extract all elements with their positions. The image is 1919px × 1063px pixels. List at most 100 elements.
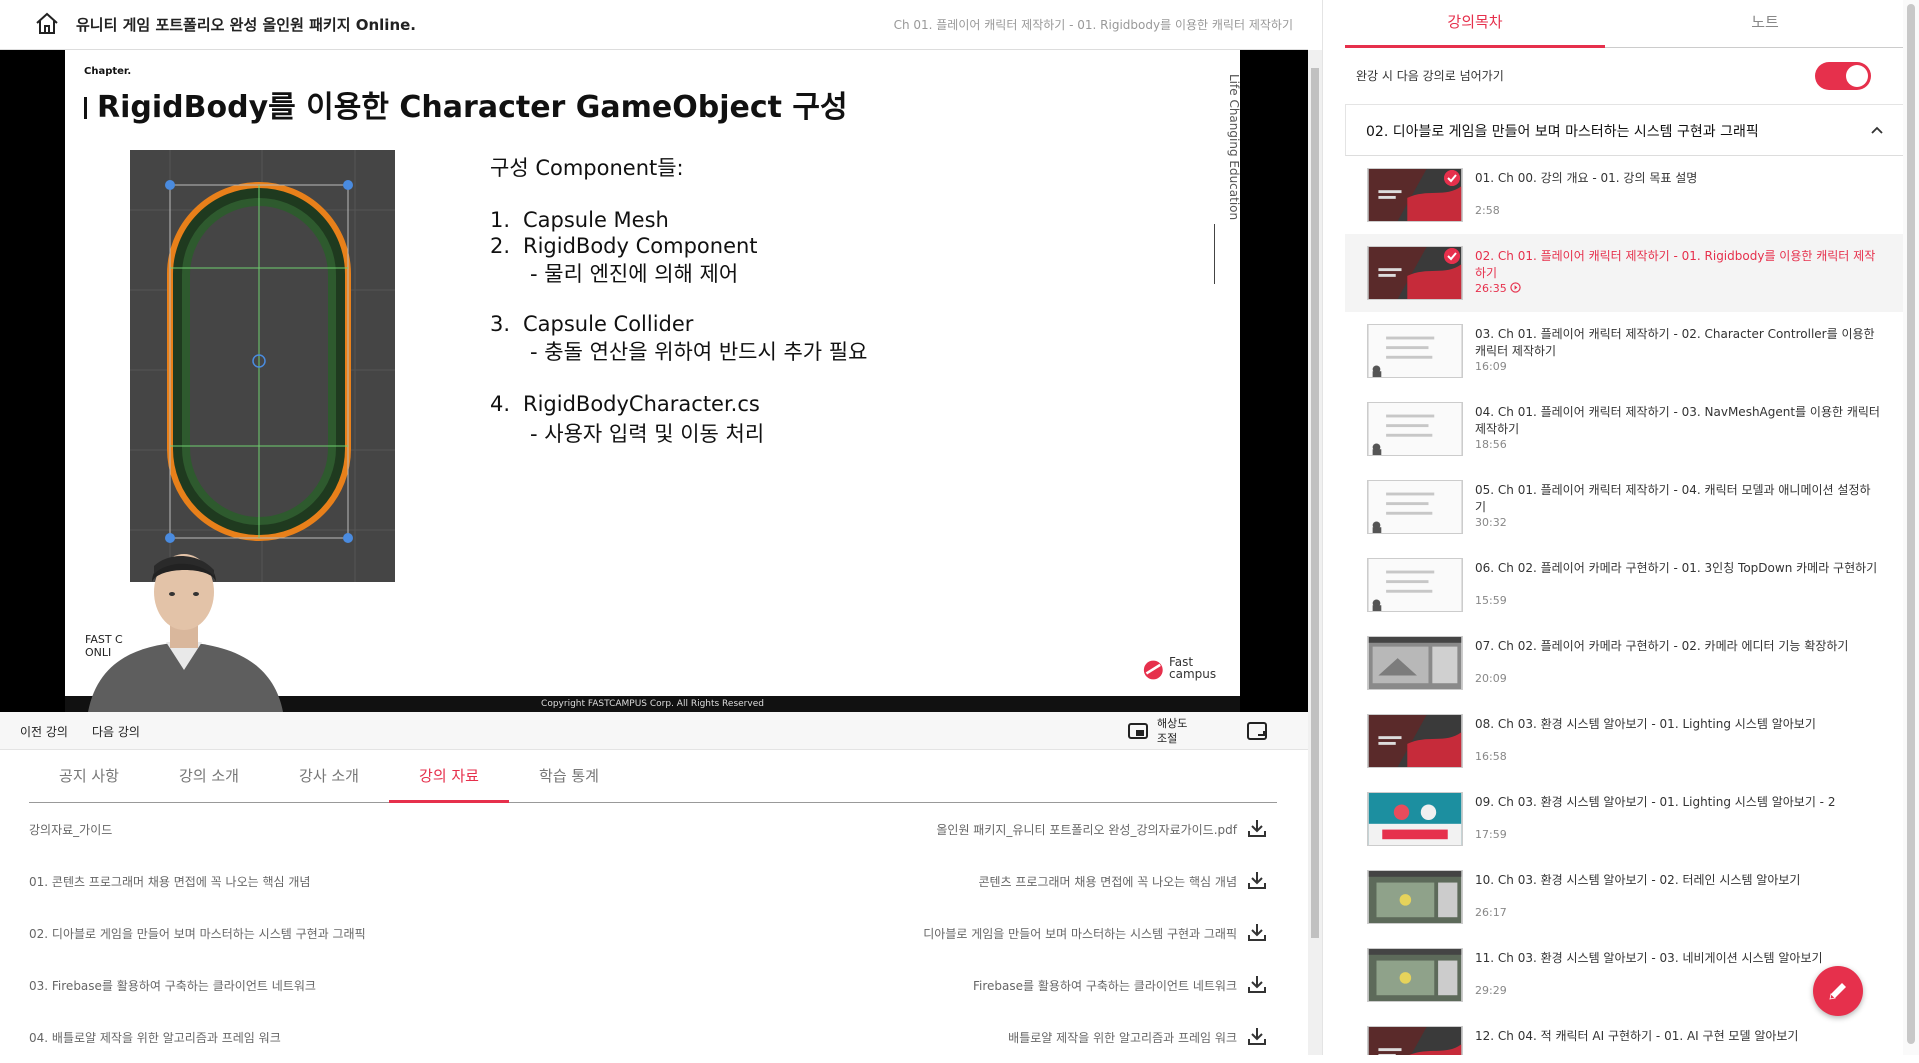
material-name: 강의자료_가이드 <box>29 823 113 837</box>
curriculum-sidebar: 강의목차 노트 완강 시 다음 강의로 넘어가기 02. 디아블로 게임을 만들… <box>1322 0 1919 1055</box>
autoplay-label: 완강 시 다음 강의로 넘어가기 <box>1356 69 1504 83</box>
lecture-thumbnail <box>1367 792 1463 846</box>
vertical-tagline: Life Changing Education <box>1227 74 1257 254</box>
lecture-duration-text: 16:58 <box>1475 750 1507 763</box>
download-icon[interactable] <box>1246 1025 1268 1047</box>
slide-heading: RigidBody를 이용한 Character GameObject 구성 <box>84 82 848 126</box>
home-icon[interactable] <box>34 11 60 37</box>
lecture-item[interactable]: 03. Ch 01. 플레이어 캐릭터 제작하기 - 02. Character… <box>1345 312 1905 390</box>
material-name: 02. 디아블로 게임을 만들어 보며 마스터하는 시스템 구현과 그래픽 <box>29 927 366 941</box>
completed-check-icon <box>1444 248 1460 264</box>
material-file-link[interactable]: 콘텐츠 프로그래머 채용 면접에 꼭 나오는 핵심 개념 <box>978 873 1237 890</box>
lecture-duration-text: 26:35 <box>1475 282 1507 295</box>
lecture-item[interactable]: 10. Ch 03. 환경 시스템 알아보기 - 02. 터레인 시스템 알아보… <box>1345 858 1905 936</box>
lecture-item[interactable]: 06. Ch 02. 플레이어 카메라 구현하기 - 01. 3인칭 TopDo… <box>1345 546 1905 624</box>
main-scrollbar[interactable] <box>1308 50 1322 1055</box>
component-text: RigidBodyCharacter.cs <box>523 392 760 416</box>
lecture-duration: 15:59 <box>1475 594 1507 607</box>
lecture-duration-text: 16:09 <box>1475 360 1507 373</box>
lecture-thumbnail <box>1367 870 1463 924</box>
lecture-duration-text: 20:09 <box>1475 672 1507 685</box>
current-lecture-title: Ch 01. 플레이어 캐릭터 제작하기 - 01. Rigidbody를 이용… <box>893 18 1293 32</box>
lecture-title: 01. Ch 00. 강의 개요 - 01. 강의 목표 설명 <box>1475 171 1698 185</box>
tab-learning-stats[interactable]: 학습 통계 <box>509 750 629 803</box>
download-icon[interactable] <box>1246 869 1268 891</box>
top-bar: 유니티 게임 포트폴리오 완성 올인원 패키지 Online. Ch 01. 플… <box>0 0 1308 50</box>
material-file-link[interactable]: 디아블로 게임을 만들어 보며 마스터하는 시스템 구현과 그래픽 <box>923 925 1237 942</box>
download-icon[interactable] <box>1246 817 1268 839</box>
component-num: 2. <box>490 234 511 258</box>
previous-lecture-button[interactable]: 이전 강의 <box>20 723 68 740</box>
write-note-button[interactable] <box>1813 966 1863 1016</box>
lecture-duration: 26:35 <box>1475 282 1521 295</box>
lecture-tabs: 공지 사항 강의 소개 강사 소개 강의 자료 학습 통계 <box>29 750 1277 803</box>
lecture-item[interactable]: 07. Ch 02. 플레이어 카메라 구현하기 - 02. 카메라 에디터 기… <box>1345 624 1905 702</box>
lecture-title: 09. Ch 03. 환경 시스템 알아보기 - 01. Lighting 시스… <box>1475 795 1836 809</box>
course-title: 유니티 게임 포트폴리오 완성 올인원 패키지 Online. <box>76 16 416 34</box>
scrollbar-thumb[interactable] <box>1311 68 1319 938</box>
lecture-duration: 17:59 <box>1475 828 1507 841</box>
vertical-divider <box>1214 224 1215 284</box>
lecture-item[interactable]: 12. Ch 04. 적 캐릭터 AI 구현하기 - 01. AI 구현 모델 … <box>1345 1014 1905 1055</box>
components-title: 구성 Component들: <box>490 156 684 180</box>
material-row: 03. Firebase를 활용하여 구축하는 클라이언트 네트워크 Fireba… <box>29 959 1277 1011</box>
lecture-item[interactable]: 01. Ch 00. 강의 개요 - 01. 강의 목표 설명 2:58 <box>1345 156 1905 234</box>
lecture-item[interactable]: 02. Ch 01. 플레이어 캐릭터 제작하기 - 01. Rigidbody… <box>1345 234 1905 312</box>
lecture-duration: 16:58 <box>1475 750 1507 763</box>
lecture-duration-text: 15:59 <box>1475 594 1507 607</box>
material-row: 02. 디아블로 게임을 만들어 보며 마스터하는 시스템 구현과 그래픽 디아블… <box>29 907 1277 959</box>
scrollbar-thumb[interactable] <box>1907 4 1915 1044</box>
tab-curriculum[interactable]: 강의목차 <box>1345 0 1605 48</box>
tab-course-intro[interactable]: 강의 소개 <box>149 750 269 803</box>
lecture-duration-text: 26:17 <box>1475 906 1507 919</box>
chevron-up-icon <box>1871 126 1883 134</box>
fastcampus-logo-text: Fast campus <box>1169 655 1217 681</box>
component-item: 1. Capsule Mesh <box>490 208 669 232</box>
lecture-duration: 30:32 <box>1475 516 1507 529</box>
picture-in-picture-icon <box>1128 723 1148 739</box>
material-file-link[interactable]: 올인원 패키지_유니티 포트폴리오 완성_강의자료가이드.pdf <box>936 821 1237 838</box>
lecture-duration-text: 2:58 <box>1475 204 1500 217</box>
lecture-title: 02. Ch 01. 플레이어 캐릭터 제작하기 - 01. Rigidbody… <box>1475 249 1876 280</box>
download-icon[interactable] <box>1246 973 1268 995</box>
next-lecture-button[interactable]: 다음 강의 <box>92 723 140 740</box>
component-num: 3. <box>490 312 511 336</box>
materials-list: 강의자료_가이드 올인원 패키지_유니티 포트폴리오 완성_강의자료가이드.pdf… <box>29 803 1277 1063</box>
tab-notice[interactable]: 공지 사항 <box>29 750 149 803</box>
lecture-title: 07. Ch 02. 플레이어 카메라 구현하기 - 02. 카메라 에디터 기… <box>1475 639 1849 653</box>
lecture-duration: 29:29 <box>1475 984 1507 997</box>
lecture-duration-text: 18:56 <box>1475 438 1507 451</box>
instructor-video-overlay <box>78 530 290 712</box>
slide-heading-text: RigidBody를 이용한 Character GameObject 구성 <box>97 90 848 125</box>
lecture-duration: 20:09 <box>1475 672 1507 685</box>
lecture-duration-text: 30:32 <box>1475 516 1507 529</box>
lecture-item[interactable]: 04. Ch 01. 플레이어 캐릭터 제작하기 - 03. NavMeshAg… <box>1345 390 1905 468</box>
slide-chapter-label: Chapter. <box>84 66 132 77</box>
vertical-tagline-text: Life Changing Education <box>1227 74 1241 221</box>
material-file-link[interactable]: 배틀로얄 제작을 위한 알고리즘과 프레임 워크 <box>1008 1029 1237 1046</box>
tab-instructor-intro[interactable]: 강사 소개 <box>269 750 389 803</box>
lecture-title: 10. Ch 03. 환경 시스템 알아보기 - 02. 터레인 시스템 알아보… <box>1475 873 1801 887</box>
component-text: Capsule Collider <box>523 312 694 336</box>
tab-course-materials[interactable]: 강의 자료 <box>389 750 509 803</box>
lecture-title: 05. Ch 01. 플레이어 캐릭터 제작하기 - 04. 캐릭터 모델과 애… <box>1475 483 1871 514</box>
pencil-icon <box>1829 983 1846 1000</box>
material-name: 03. Firebase를 활용하여 구축하는 클라이언트 네트워크 <box>29 979 316 993</box>
sidebar-scrollbar[interactable] <box>1903 0 1919 1055</box>
download-icon[interactable] <box>1246 921 1268 943</box>
material-file-link[interactable]: Firebase를 활용하여 구축하는 클라이언트 네트워크 <box>973 977 1237 994</box>
fullscreen-icon[interactable] <box>1246 720 1268 742</box>
lecture-duration: 2:58 <box>1475 204 1500 217</box>
lecture-item[interactable]: 08. Ch 03. 환경 시스템 알아보기 - 01. Lighting 시스… <box>1345 702 1905 780</box>
lecture-thumbnail <box>1367 636 1463 690</box>
lecture-thumbnail <box>1367 1026 1463 1055</box>
tab-notes[interactable]: 노트 <box>1635 0 1895 48</box>
lecture-thumbnail <box>1367 714 1463 768</box>
section-header[interactable]: 02. 디아블로 게임을 만들어 보며 마스터하는 시스템 구현과 그래픽 <box>1345 104 1905 156</box>
autoplay-toggle[interactable] <box>1815 62 1871 90</box>
lecture-item[interactable]: 05. Ch 01. 플레이어 캐릭터 제작하기 - 04. 캐릭터 모델과 애… <box>1345 468 1905 546</box>
video-player[interactable]: Chapter. RigidBody를 이용한 Character GameOb… <box>0 50 1308 712</box>
player-controls: 이전 강의 다음 강의 해상도 조절 <box>0 712 1308 750</box>
component-num: 1. <box>490 208 511 232</box>
lecture-item[interactable]: 09. Ch 03. 환경 시스템 알아보기 - 01. Lighting 시스… <box>1345 780 1905 858</box>
